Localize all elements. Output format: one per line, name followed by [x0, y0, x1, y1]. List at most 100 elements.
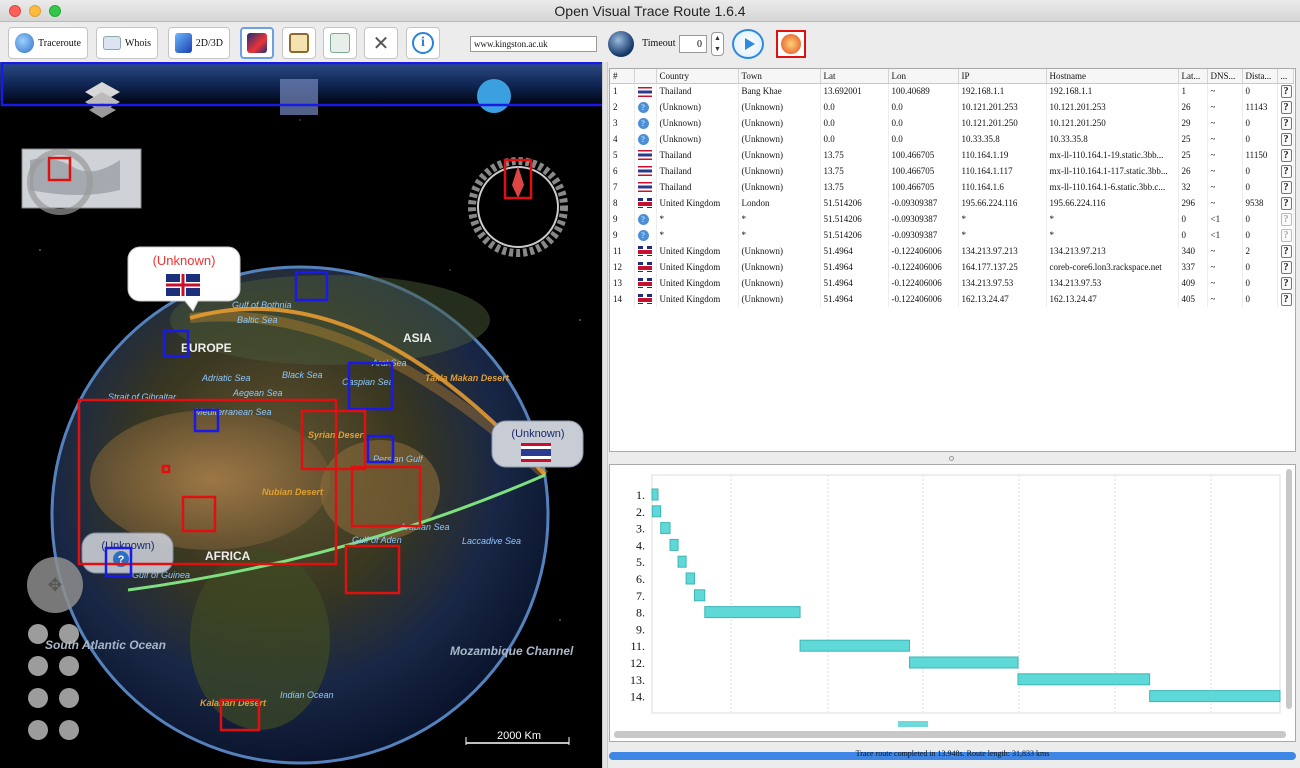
zoom-out-button[interactable]: [28, 624, 48, 644]
whois-cell[interactable]: ?: [1277, 291, 1294, 307]
whois-row-button[interactable]: ?: [1280, 100, 1292, 114]
whois-cell[interactable]: ?: [1277, 211, 1294, 227]
table-row[interactable]: 1 Thailand Bang Khae 13.692001 100.40689 192.…: [610, 83, 1294, 99]
table-row[interactable]: 9? * * 51.514206 -0.09309387 * * 0 <1 0?: [610, 227, 1294, 243]
whois-cell[interactable]: ?: [1277, 147, 1294, 163]
whois-row-button[interactable]: ?: [1280, 196, 1292, 210]
layers-icon[interactable]: [85, 82, 120, 118]
gantt-bar[interactable]: [1149, 690, 1281, 703]
rotate-left-button[interactable]: [28, 656, 48, 676]
overview-minimap[interactable]: [21, 148, 142, 215]
col-header-town[interactable]: Town: [738, 69, 821, 84]
gantt-bar[interactable]: [677, 555, 687, 568]
gantt-vertical-scrollbar[interactable]: [1286, 469, 1292, 709]
col-header-ip[interactable]: IP: [958, 69, 1047, 84]
whois-row-button[interactable]: ?: [1280, 164, 1292, 178]
col-header-dns[interactable]: DNS...: [1207, 69, 1243, 84]
gantt-bar[interactable]: [651, 505, 662, 518]
table-row[interactable]: 7 Thailand (Unknown) 13.75 100.466705 110.164…: [610, 179, 1294, 195]
whois-cell[interactable]: ?: [1277, 259, 1294, 275]
latency-gantt-chart[interactable]: 1. 2. 3. 4. 5. 6. 7. 8. 9. 11. 12. 13. 14.: [609, 464, 1296, 742]
map-view-button[interactable]: [240, 27, 274, 59]
gantt-bar[interactable]: [669, 538, 679, 551]
zoom-in-button[interactable]: [59, 624, 79, 644]
whois-row-button[interactable]: ?: [1280, 292, 1292, 306]
reset-view-button[interactable]: [59, 720, 79, 740]
whois-row-button[interactable]: ?: [1280, 116, 1292, 130]
col-header-latency[interactable]: Lat...: [1178, 69, 1208, 84]
whois-cell[interactable]: ?: [1277, 131, 1294, 147]
unknown-callout[interactable]: (Unknown) ?: [81, 532, 174, 574]
gantt-bar[interactable]: [909, 656, 1019, 669]
gantt-bar[interactable]: [685, 572, 695, 585]
whois-cell[interactable]: ?: [1277, 115, 1294, 131]
vertical-exaggeration-button[interactable]: [28, 720, 48, 740]
mode-2d3d-button[interactable]: 2D/3D: [168, 27, 230, 59]
whois-row-button[interactable]: ?: [1280, 212, 1292, 226]
whois-cell[interactable]: ?: [1277, 163, 1294, 179]
timeout-stepper[interactable]: ▲ ▼: [711, 32, 724, 56]
whois-row-button[interactable]: ?: [1280, 148, 1292, 162]
whois-row-button[interactable]: ?: [1280, 180, 1292, 194]
locate-globe-button[interactable]: [608, 31, 634, 57]
table-row[interactable]: 4? (Unknown) (Unknown) 0.0 0.0 10.33.35.8 10.3…: [610, 131, 1294, 147]
table-row[interactable]: 2? (Unknown) (Unknown) 0.0 0.0 10.121.201.253…: [610, 99, 1294, 115]
url-input[interactable]: [470, 36, 597, 52]
col-header-flag[interactable]: [634, 69, 657, 84]
table-row[interactable]: 9? * * 51.514206 -0.09309387 * * 0 <1 0?: [610, 211, 1294, 227]
col-header-lon[interactable]: Lon: [888, 69, 959, 84]
export-button[interactable]: [323, 27, 357, 59]
tilt-down-button[interactable]: [59, 688, 79, 708]
whois-cell[interactable]: ?: [1277, 195, 1294, 211]
gantt-bar[interactable]: [1017, 673, 1151, 686]
thailand-callout[interactable]: (Unknown): [491, 420, 584, 468]
globe-canvas[interactable]: Gulf of Bothnia Baltic Sea Adriatic Sea …: [0, 62, 602, 768]
clipboard-button[interactable]: [282, 27, 316, 59]
whois-cell[interactable]: ?: [1277, 179, 1294, 195]
vertical-splitter[interactable]: [602, 62, 608, 768]
whois-cell[interactable]: ?: [1277, 227, 1294, 243]
whois-cell[interactable]: ?: [1277, 275, 1294, 291]
settings-button[interactable]: ✕: [364, 27, 398, 59]
table-row[interactable]: 8 United Kingdom London 51.514206 -0.0930938…: [610, 195, 1294, 211]
gantt-bar[interactable]: [799, 639, 911, 652]
donate-button[interactable]: [776, 30, 806, 58]
col-header-country[interactable]: Country: [656, 69, 739, 84]
tilt-up-button[interactable]: [28, 688, 48, 708]
table-row[interactable]: 13 United Kingdom (Unknown) 51.4964 -0.12240…: [610, 275, 1294, 291]
rotate-right-button[interactable]: [59, 656, 79, 676]
globe-map-view[interactable]: Gulf of Bothnia Baltic Sea Adriatic Sea …: [0, 62, 602, 768]
gantt-bar[interactable]: [704, 606, 801, 619]
table-row[interactable]: 14 United Kingdom (Unknown) 51.4964 -0.12240…: [610, 291, 1294, 307]
earth-layer-icon[interactable]: [477, 79, 511, 113]
hops-table-panel[interactable]: # Country Town Lat Lon IP Hostname Lat..…: [609, 68, 1296, 452]
col-header-distance[interactable]: Dista...: [1242, 69, 1278, 84]
info-button[interactable]: i: [406, 27, 440, 59]
whois-row-button[interactable]: ?: [1280, 260, 1292, 274]
whois-row-button[interactable]: ?: [1280, 132, 1292, 146]
compass-rose[interactable]: [468, 157, 568, 257]
table-row[interactable]: 3? (Unknown) (Unknown) 0.0 0.0 10.121.201.250…: [610, 115, 1294, 131]
horizontal-splitter[interactable]: [609, 455, 1296, 461]
traceroute-button[interactable]: Traceroute: [8, 27, 88, 59]
whois-row-button[interactable]: ?: [1280, 244, 1292, 258]
table-row[interactable]: 12 United Kingdom (Unknown) 51.4964 -0.12240…: [610, 259, 1294, 275]
whois-row-button[interactable]: ?: [1280, 276, 1292, 290]
timeout-input[interactable]: [679, 35, 707, 53]
gantt-bar[interactable]: [660, 522, 671, 535]
gantt-scroll-thumb[interactable]: [898, 721, 928, 727]
whois-cell[interactable]: ?: [1277, 83, 1294, 99]
col-header-lat[interactable]: Lat: [820, 69, 889, 84]
table-row[interactable]: 6 Thailand (Unknown) 13.75 100.466705 110.164…: [610, 163, 1294, 179]
col-header-more[interactable]: ...: [1277, 69, 1294, 84]
uk-callout[interactable]: (Unknown): [127, 246, 241, 312]
whois-cell[interactable]: ?: [1277, 243, 1294, 259]
whois-button[interactable]: Whois: [96, 27, 158, 59]
start-trace-button[interactable]: [732, 29, 764, 59]
whois-row-button[interactable]: ?: [1280, 84, 1292, 98]
gantt-bar[interactable]: [651, 488, 659, 501]
table-row[interactable]: 11 United Kingdom (Unknown) 51.4964 -0.12240…: [610, 243, 1294, 259]
table-row[interactable]: 5 Thailand (Unknown) 13.75 100.466705 110.164…: [610, 147, 1294, 163]
col-header-hostname[interactable]: Hostname: [1046, 69, 1179, 84]
col-header-index[interactable]: #: [610, 69, 635, 84]
